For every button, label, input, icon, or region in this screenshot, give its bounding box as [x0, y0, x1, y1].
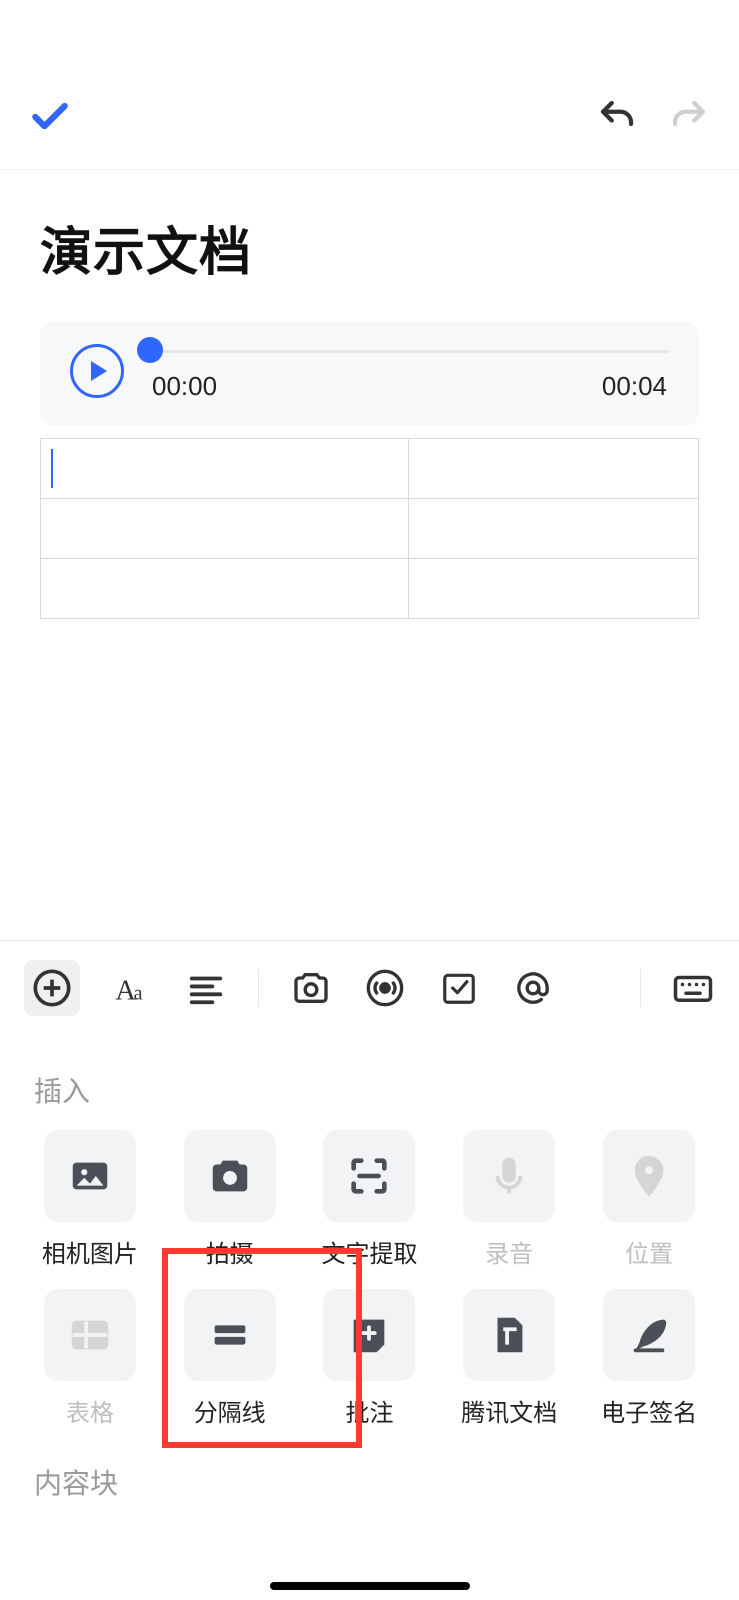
insert-item-location: 位置 — [589, 1130, 709, 1269]
header-right — [595, 95, 711, 139]
table-cell[interactable] — [41, 439, 409, 499]
grid-label: 拍摄 — [206, 1234, 254, 1269]
grid-label: 批注 — [345, 1393, 393, 1428]
insert-grid: 相机图片 拍摄 文字提取 录音 位置 表格 分隔线 批注 — [30, 1130, 709, 1428]
audio-times: 00:00 00:04 — [150, 371, 669, 402]
toolbar-insert-button[interactable] — [24, 960, 80, 1016]
feather-icon — [626, 1312, 672, 1358]
document-title[interactable]: 演示文档 — [40, 210, 699, 285]
table-row[interactable] — [41, 439, 699, 499]
table-cell[interactable] — [409, 439, 699, 499]
grid-label: 分隔线 — [194, 1393, 266, 1428]
table-cell[interactable] — [41, 559, 409, 619]
redo-button[interactable] — [667, 95, 711, 139]
insert-item-camera-image[interactable]: 相机图片 — [30, 1130, 150, 1269]
redo-icon — [668, 96, 710, 138]
play-icon — [91, 361, 107, 381]
insert-panel: 插入 相机图片 拍摄 文字提取 录音 位置 表格 分隔线 — [0, 1034, 739, 1600]
at-icon — [513, 968, 553, 1008]
svg-text:a: a — [134, 982, 143, 1004]
toolbar-checkbox-button[interactable] — [437, 966, 481, 1010]
grid-label: 录音 — [485, 1234, 533, 1269]
audio-block[interactable]: 00:00 00:04 — [40, 321, 699, 426]
confirm-button[interactable] — [28, 95, 72, 139]
insert-item-shoot[interactable]: 拍摄 — [170, 1130, 290, 1269]
toolbar-voice-button[interactable] — [363, 966, 407, 1010]
camera-icon — [207, 1153, 253, 1199]
document-area[interactable]: 演示文档 00:00 00:04 — [0, 170, 739, 619]
toolbar-align-button[interactable] — [184, 966, 228, 1010]
editor-toolbar: Aa — [0, 940, 739, 1034]
insert-item-table: 表格 — [30, 1289, 150, 1428]
table-row[interactable] — [41, 559, 699, 619]
table-cell[interactable] — [409, 559, 699, 619]
grid-label: 腾讯文档 — [461, 1393, 557, 1428]
undo-button[interactable] — [595, 95, 639, 139]
toolbar-text-button[interactable]: Aa — [110, 966, 154, 1010]
grid-label: 位置 — [625, 1234, 673, 1269]
undo-icon — [596, 96, 638, 138]
insert-item-signature[interactable]: 电子签名 — [589, 1289, 709, 1428]
grid-icon — [67, 1312, 113, 1358]
toolbar-camera-button[interactable] — [289, 966, 333, 1010]
home-indicator — [270, 1582, 470, 1590]
track-knob[interactable] — [137, 337, 163, 363]
editor-header — [0, 0, 739, 170]
check-square-icon — [440, 969, 478, 1007]
align-left-icon — [187, 969, 225, 1007]
sound-circle-icon — [365, 968, 405, 1008]
note-plus-icon — [346, 1312, 392, 1358]
camera-icon — [291, 968, 331, 1008]
grid-label: 相机图片 — [42, 1234, 138, 1269]
track-line — [150, 350, 669, 353]
insert-item-annotation[interactable]: 批注 — [310, 1289, 430, 1428]
table-cell[interactable] — [41, 499, 409, 559]
text-cursor — [51, 449, 53, 488]
header-left — [28, 95, 72, 139]
toolbar-separator — [258, 969, 259, 1007]
toolbar-mention-button[interactable] — [511, 966, 555, 1010]
insert-item-record: 录音 — [449, 1130, 569, 1269]
play-button[interactable] — [70, 344, 124, 398]
audio-current-time: 00:00 — [152, 371, 217, 402]
toolbar-separator — [640, 969, 641, 1007]
mic-icon — [486, 1153, 532, 1199]
plus-circle-icon — [32, 968, 72, 1008]
grid-label: 电子签名 — [601, 1393, 697, 1428]
audio-track[interactable] — [150, 339, 669, 361]
insert-item-divider[interactable]: 分隔线 — [170, 1289, 290, 1428]
table-row[interactable] — [41, 499, 699, 559]
table-cell[interactable] — [409, 499, 699, 559]
insert-item-tencent-docs[interactable]: 腾讯文档 — [449, 1289, 569, 1428]
content-table[interactable] — [40, 438, 699, 619]
toolbar-keyboard-button[interactable] — [671, 966, 715, 1010]
panel-section-title-blocks: 内容块 — [34, 1462, 709, 1502]
audio-total-time: 00:04 — [602, 371, 667, 402]
tx-doc-icon — [486, 1312, 532, 1358]
pin-icon — [626, 1153, 672, 1199]
keyboard-icon — [672, 967, 714, 1009]
divider-icon — [207, 1312, 253, 1358]
grid-label: 表格 — [66, 1393, 114, 1428]
text-aa-icon: Aa — [112, 968, 152, 1008]
scan-icon — [346, 1153, 392, 1199]
check-icon — [28, 93, 72, 141]
grid-label: 文字提取 — [321, 1234, 417, 1269]
panel-section-title-insert: 插入 — [34, 1070, 709, 1110]
insert-item-ocr[interactable]: 文字提取 — [310, 1130, 430, 1269]
image-icon — [67, 1153, 113, 1199]
